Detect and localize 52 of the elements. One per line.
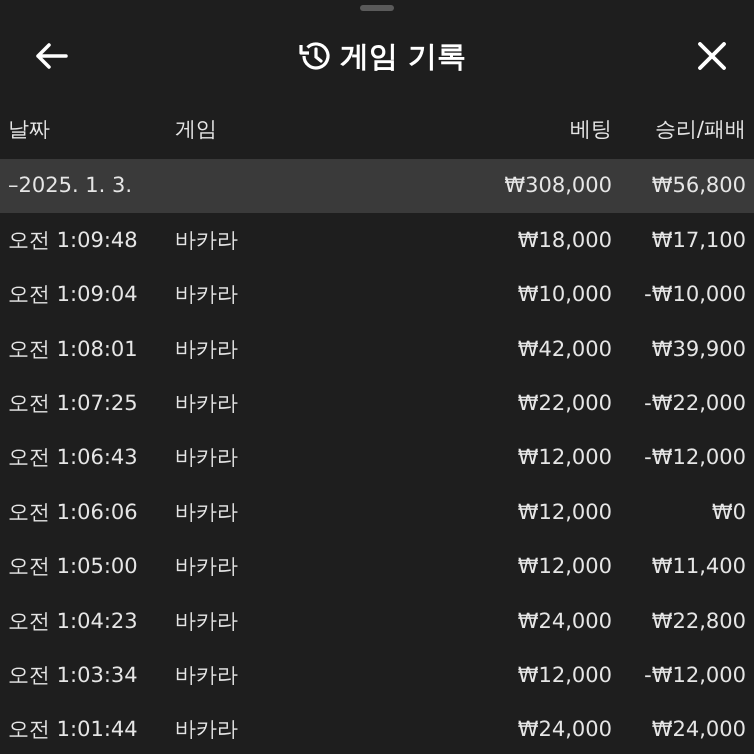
table-cell: -₩10,000 [644, 282, 746, 306]
table-cell: ₩42,000 [518, 336, 612, 361]
drag-handle[interactable] [360, 5, 394, 11]
table-cell: ₩12,000 [518, 500, 612, 524]
table-cell: ₩24,000 [518, 608, 612, 633]
table-cell: 바카라 [175, 336, 238, 361]
table-cell: 바카라 [175, 282, 238, 306]
date-group-label: –2025. 1. 3. [8, 173, 132, 198]
table-cell: ₩0 [712, 500, 746, 524]
table-cell: ₩22,000 [518, 391, 612, 415]
header-title: 게임 기록 [340, 38, 466, 74]
table-cell: 오전 1:06:43 [8, 445, 138, 470]
date-group-row[interactable]: –2025. 1. 3. ₩308,000 ₩56,800 [0, 159, 754, 214]
table-cell: 바카라 [175, 554, 238, 578]
table-cell: ₩18,000 [518, 228, 612, 252]
table-cell: 오전 1:03:34 [8, 662, 138, 687]
total-bet: ₩308,000 [504, 173, 612, 198]
table-cell: -₩12,000 [644, 445, 746, 470]
table-cell: ₩22,800 [652, 608, 746, 633]
table-cell: ₩10,000 [518, 282, 612, 306]
table-cell: 바카라 [175, 500, 238, 524]
table-cell: 바카라 [175, 717, 238, 742]
column-header: 베팅 [570, 117, 612, 142]
table-cell: ₩12,000 [518, 662, 612, 687]
table-cell: 바카라 [175, 445, 238, 470]
table-cell: -₩12,000 [644, 662, 746, 687]
table-cell: ₩24,000 [518, 717, 612, 742]
table-cell: 오전 1:09:48 [8, 228, 138, 252]
column-header: 게임 [175, 117, 217, 142]
close-icon [696, 40, 728, 72]
table-cell: 오전 1:07:25 [8, 391, 138, 415]
table-cell: ₩12,000 [518, 445, 612, 470]
table-cell: -₩22,000 [644, 391, 746, 415]
table-cell: 오전 1:06:06 [8, 500, 138, 524]
total-result: ₩56,800 [652, 173, 746, 198]
table-cell: 바카라 [175, 662, 238, 687]
table-cell: 바카라 [175, 391, 238, 415]
table-cell: 바카라 [175, 228, 238, 252]
table-cell: 오전 1:05:00 [8, 554, 138, 578]
column-header: 승리/패배 [654, 117, 746, 142]
table-cell: 바카라 [175, 608, 238, 633]
table-cell: 오전 1:01:44 [8, 717, 138, 742]
table-cell: 오전 1:08:01 [8, 336, 138, 361]
table-cell: ₩12,000 [518, 554, 612, 578]
back-arrow-icon [34, 41, 68, 71]
table-cell: ₩17,100 [652, 228, 746, 252]
table-cell: 오전 1:04:23 [8, 608, 138, 633]
table-cell: ₩11,400 [652, 554, 746, 578]
table-cell: 오전 1:09:04 [8, 282, 138, 306]
table-cell: ₩24,000 [652, 717, 746, 742]
table-cell: ₩39,900 [652, 336, 746, 361]
column-header: 날짜 [8, 117, 50, 142]
